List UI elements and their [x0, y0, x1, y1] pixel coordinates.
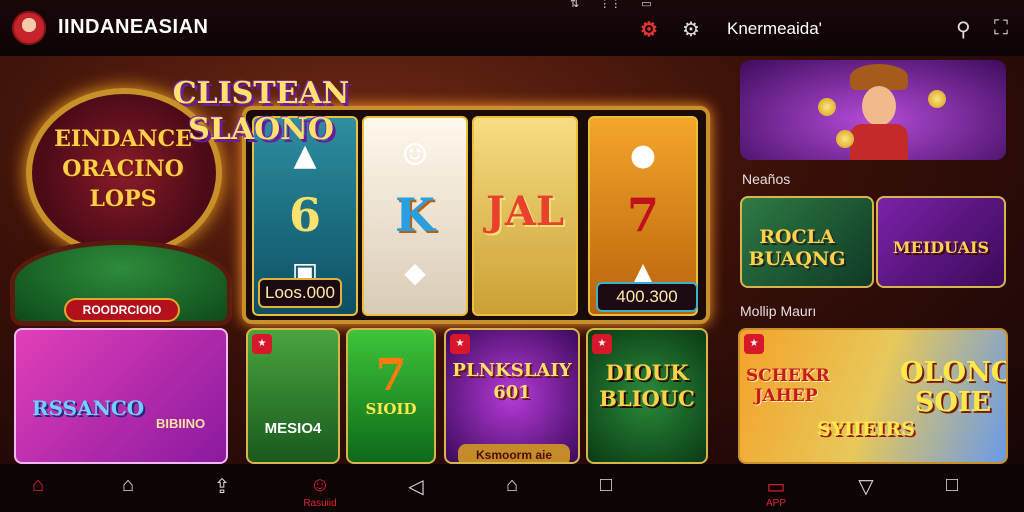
game-card[interactable]: ROCLA BUAQNG: [740, 196, 874, 288]
app-icon[interactable]: ▭: [756, 474, 796, 499]
character-body: [850, 124, 908, 160]
face-icon: ☺: [401, 138, 429, 173]
game-card-subtitle: SYIIEIRS: [817, 418, 915, 440]
home-icon[interactable]: ⌂: [492, 474, 532, 497]
game-card-title: OLONO SOIE: [900, 357, 1008, 418]
game-card[interactable]: ★ PLNKSLAIY 601 Ksmoorm aie: [444, 328, 580, 464]
section-label: Mollip Maurı: [740, 303, 817, 319]
bottom-nav: ⌂ ⌂ ⇪ ☺ Rasuiid ◁ ⌂ □ ▭ APP ▽ □: [0, 464, 1024, 512]
game-card-plate: Ksmoorm aie: [458, 444, 570, 462]
profile-icon[interactable]: ☺: [300, 474, 340, 497]
battery-icon: ▭: [641, 0, 652, 10]
settings-icon[interactable]: ⚙: [682, 17, 700, 42]
reel-3: JAL: [472, 116, 578, 316]
featured-cowgirl-card[interactable]: [740, 60, 1006, 160]
jackpot-left: Loos.000: [258, 278, 342, 308]
coin-icon: [928, 90, 946, 108]
back-icon[interactable]: ◁: [396, 474, 436, 499]
search-icon[interactable]: ⚲: [956, 17, 971, 42]
coin-icon: [818, 98, 836, 116]
home-icon[interactable]: ⌂: [108, 474, 148, 497]
app-title: IINDANEASIAN: [58, 16, 209, 38]
game-card-title: ROCLA BUAQNG: [748, 226, 846, 270]
coin-icon: [836, 130, 854, 148]
nav-label: APP: [765, 498, 786, 509]
home-active-icon[interactable]: ⌂: [18, 474, 58, 497]
nav-label: Rasuiid: [303, 498, 337, 509]
recents-icon[interactable]: □: [586, 474, 626, 497]
back-icon[interactable]: ▽: [846, 474, 886, 499]
reel-symbol: 6: [288, 188, 321, 242]
expand-icon[interactable]: ⛶: [994, 17, 1008, 40]
banner-plate: ROODRCIOIO: [64, 298, 180, 322]
game-card-large[interactable]: ★ SCHEKR JAHEP OLONO SOIE SYIIEIRS: [738, 328, 1008, 464]
new-tag-icon: ★: [744, 334, 764, 354]
new-tag-icon: ★: [252, 334, 272, 354]
brand-icon[interactable]: ⚙: [640, 17, 658, 42]
reel-symbol: K: [395, 188, 435, 242]
main-content: EINDANCE ORACINO LOPS ROODRCIOIO ▲ 6 ▣ ☺…: [0, 56, 1024, 464]
seven-icon: 7: [375, 350, 407, 401]
game-card[interactable]: 7 SIOID: [346, 328, 436, 464]
slot-title: CLISTEAN SLAONO: [172, 76, 350, 147]
app-logo[interactable]: [12, 11, 46, 45]
status-icons: ⇅ ⋮⋮ ▭: [570, 0, 652, 10]
new-tag-icon: ★: [450, 334, 470, 354]
reel-2: ☺ K ◆: [362, 116, 468, 316]
game-card[interactable]: RSSANCO BIBIINO: [14, 328, 228, 464]
section-name: Knermeaida': [727, 19, 822, 38]
game-card-title: PLNKSLAIY 601: [452, 360, 572, 403]
game-card-title: SCHEKR JAHEP: [746, 366, 830, 406]
top-bar: IINDANEASIAN ⇅ ⋮⋮ ▭ ⚙ ⚙ Knermeaida' ⚲ ⛶: [0, 0, 1024, 56]
reel-symbol: JAL: [485, 188, 565, 235]
game-card-subtitle: BIBIINO: [156, 416, 206, 431]
game-card-title: DIOUK BLIOUC: [599, 360, 695, 411]
wifi-icon: ⋮⋮: [599, 0, 622, 10]
coin-icon: ●: [629, 138, 657, 173]
section-label: Neaños: [742, 171, 791, 187]
game-card-title: MESIO4: [264, 420, 322, 437]
signal-icon: ⇅: [570, 0, 580, 10]
game-card-title: RSSANCO: [32, 396, 145, 420]
bread-icon: ◆: [404, 256, 426, 289]
share-icon[interactable]: ⇪: [202, 474, 242, 499]
jackpot-right: 400.300: [596, 282, 698, 312]
game-card[interactable]: ★ MESIO4: [246, 328, 340, 464]
recents-icon[interactable]: □: [932, 474, 972, 497]
game-card[interactable]: MEIDUAIS: [876, 196, 1006, 288]
reel-symbol: 7: [626, 188, 659, 242]
game-card-title: SIOID: [365, 400, 417, 418]
character-face: [862, 86, 896, 126]
game-card-title: MEIDUAIS: [892, 238, 990, 257]
game-card[interactable]: ★ DIOUK BLIOUC: [586, 328, 708, 464]
new-tag-icon: ★: [592, 334, 612, 354]
